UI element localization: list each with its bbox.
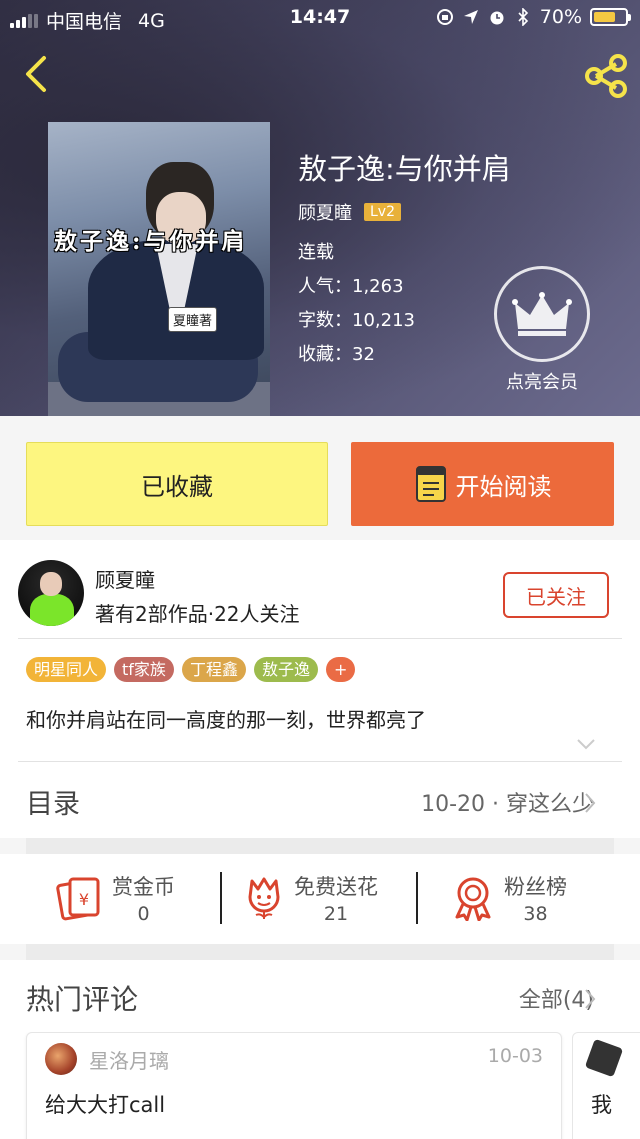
all-comments-link[interactable]: 全部(4): [519, 982, 594, 1014]
comment-date: 10-03: [487, 1045, 543, 1067]
reward-coins-count: 0: [137, 903, 150, 925]
battery-icon: [590, 8, 631, 26]
book-description: 和你并肩站在同一高度的那一刻，世界都亮了: [26, 708, 426, 732]
chevron-right-icon: [585, 793, 596, 813]
comment-card[interactable]: 星洛月璃 10-03 给大大打call: [26, 1032, 562, 1139]
toc-latest-chapter: 10-20 · 穿这么少: [421, 792, 594, 817]
book-author-line: 顾夏瞳 Lv2: [298, 199, 401, 225]
follow-label: 已关注: [526, 584, 586, 609]
book-author[interactable]: 顾夏瞳: [298, 199, 352, 225]
author-section: 顾夏瞳 著有2部作品·22人关注 已关注: [0, 540, 640, 640]
favorite-button[interactable]: 已收藏: [26, 442, 328, 526]
commenter-name[interactable]: 星洛月璃: [89, 1045, 169, 1074]
favorite-label: 已收藏: [141, 472, 213, 501]
rotation-lock-icon: [436, 8, 454, 26]
divider: [416, 872, 418, 924]
book-cover[interactable]: 敖子逸:与你并肩 夏瞳著: [48, 122, 270, 416]
section-gap: [26, 838, 614, 854]
send-flowers-button[interactable]: 免费送花 21: [244, 868, 378, 928]
status-bar: 中国电信 4G 14:47 70%: [0, 0, 640, 36]
book-icon: [415, 466, 446, 502]
author-stats: 著有2部作品·22人关注: [95, 602, 300, 626]
start-reading-label: 开始阅读: [455, 472, 552, 501]
tag-item[interactable]: tf家族: [114, 657, 174, 682]
svg-text:¥: ¥: [79, 890, 89, 909]
tag-item[interactable]: 丁程鑫: [181, 657, 246, 682]
tag-list: 明星同人 tf家族 丁程鑫 敖子逸 +: [26, 657, 356, 682]
bluetooth-icon: [514, 8, 532, 26]
hot-comments-title: 热门评论: [26, 983, 139, 1016]
share-button[interactable]: [582, 52, 630, 100]
tags-section: 明星同人 tf家族 丁程鑫 敖子逸 + 和你并肩站在同一高度的那一刻，世界都亮了: [0, 640, 640, 762]
vip-button[interactable]: 点亮会员: [492, 266, 592, 396]
commenter-avatar[interactable]: [45, 1043, 77, 1075]
book-header: 中国电信 4G 14:47 70% 敖子逸:与你并肩 夏瞳著 敖子逸:与你并肩 …: [0, 0, 640, 416]
cover-title: 敖子逸:与你并肩: [54, 228, 248, 255]
book-title: 敖子逸:与你并肩: [298, 152, 511, 186]
crown-icon: [494, 266, 590, 362]
chevron-left-icon: [26, 56, 46, 92]
chevron-right-icon: [585, 989, 596, 1009]
author-name[interactable]: 顾夏瞳: [95, 564, 155, 593]
reward-bar: ¥ 赏金币 0 免费送花 21 粉丝榜 38: [0, 854, 640, 944]
fan-ranking-button[interactable]: 粉丝榜 38: [452, 868, 567, 928]
book-word-count: 字数：10,213: [298, 310, 415, 331]
chevron-down-icon[interactable]: [576, 738, 596, 750]
section-gap: [26, 944, 614, 960]
author-level-badge: Lv2: [364, 203, 401, 221]
comment-text: 给大大打call: [45, 1093, 166, 1117]
fan-ranking-count: 38: [523, 903, 548, 925]
flower-icon: [248, 877, 280, 919]
medal-icon: [455, 877, 491, 921]
divider: [18, 638, 622, 639]
back-button[interactable]: [18, 52, 58, 96]
send-flowers-count: 21: [323, 903, 349, 925]
book-favorites: 收藏：32: [298, 344, 375, 365]
table-of-contents-row[interactable]: 目录 10-20 · 穿这么少: [0, 762, 640, 838]
start-reading-button[interactable]: 开始阅读: [351, 442, 614, 526]
book-popularity: 人气：1,263: [298, 276, 404, 297]
hot-comments-header: 热门评论 全部(4): [0, 960, 640, 1032]
comment-carousel[interactable]: 星洛月璃 10-03 给大大打call 我: [0, 1032, 640, 1139]
red-envelope-icon: ¥: [56, 877, 100, 921]
alarm-icon: [488, 8, 506, 26]
send-flowers-label: 免费送花: [294, 875, 378, 899]
comment-text: 我: [591, 1093, 612, 1117]
cover-author-badge: 夏瞳著: [168, 307, 218, 332]
book-status: 连载: [298, 242, 334, 263]
vip-label: 点亮会员: [506, 372, 578, 393]
action-bar: 已收藏 开始阅读: [0, 416, 640, 540]
battery-percent: 70%: [539, 6, 582, 28]
divider: [220, 872, 222, 924]
author-avatar[interactable]: [18, 560, 84, 626]
reward-coins-button[interactable]: ¥ 赏金币 0: [56, 868, 175, 928]
tag-item[interactable]: 明星同人: [26, 657, 107, 682]
reward-coins-label: 赏金币: [112, 875, 175, 899]
comment-card[interactable]: 我: [572, 1032, 640, 1139]
location-icon: [462, 8, 480, 26]
tag-add-button[interactable]: +: [325, 657, 356, 682]
fan-ranking-label: 粉丝榜: [504, 875, 567, 899]
commenter-avatar[interactable]: [584, 1038, 624, 1078]
toc-title: 目录: [26, 789, 80, 820]
tag-item[interactable]: 敖子逸: [253, 657, 318, 682]
share-icon: [585, 54, 627, 98]
follow-button[interactable]: 已关注: [503, 572, 609, 618]
